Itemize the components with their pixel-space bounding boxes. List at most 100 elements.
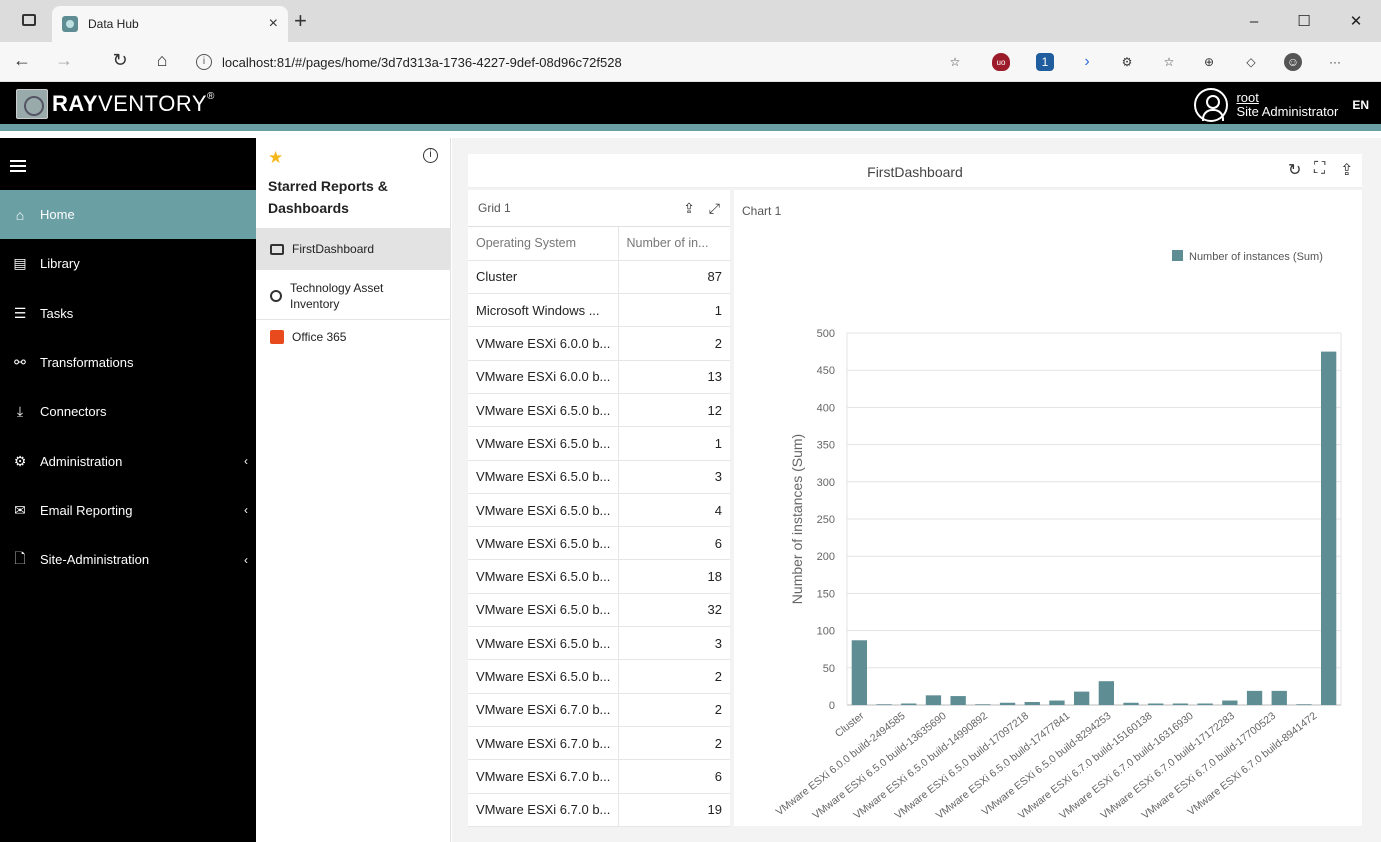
starred-item-firstdashboard[interactable]: FirstDashboard: [256, 228, 451, 270]
settings-more-icon[interactable]: ···: [1326, 53, 1344, 71]
ublock-icon[interactable]: uo: [992, 53, 1010, 71]
tab-close-icon[interactable]: ×: [269, 15, 278, 33]
bar: [1222, 700, 1238, 705]
refresh-icon[interactable]: ↻: [1288, 160, 1301, 180]
nav-item-label: Email Reporting: [40, 502, 133, 518]
legend-swatch: [1172, 250, 1183, 261]
nav-item-site-administration[interactable]: 🗋 Site-Administration ‹: [0, 535, 256, 584]
table-row[interactable]: Microsoft Windows ... 1: [468, 293, 730, 328]
export-icon[interactable]: ⇪: [1340, 160, 1353, 180]
starred-title: Starred Reports & Dashboards: [268, 178, 388, 216]
bar: [901, 703, 917, 705]
profile-avatar-icon[interactable]: ☺: [1284, 53, 1302, 71]
table-row[interactable]: VMware ESXi 6.7.0 b... 2: [468, 693, 730, 727]
home-button[interactable]: ⌂: [150, 50, 174, 71]
bar: [999, 702, 1016, 705]
table-row[interactable]: VMware ESXi 6.0.0 b... 13: [468, 360, 730, 394]
language-selector[interactable]: EN: [1352, 98, 1369, 112]
starred-item-office-365[interactable]: Office 365: [256, 322, 451, 352]
table-row[interactable]: VMware ESXi 6.7.0 b... 2: [468, 726, 730, 761]
user-role: Site Administrator: [1236, 104, 1339, 119]
table-row[interactable]: Cluster 87: [468, 260, 730, 295]
dashboard-area: FirstDashboard ↻ ⛶ ⇪ Grid 1 ⇪ ⤢ Operatin…: [452, 138, 1381, 842]
table-row[interactable]: VMware ESXi 6.5.0 b... 12: [468, 393, 730, 428]
table-row[interactable]: VMware ESXi 6.7.0 b... 6: [468, 759, 730, 794]
starred-item-technology-asset-inventory[interactable]: Technology Asset Inventory: [256, 272, 451, 320]
nav-item-administration[interactable]: ⚙ Administration ‹: [0, 437, 256, 486]
user-name-link[interactable]: root: [1236, 91, 1338, 105]
cell-operating-system: VMware ESXi 6.5.0 b...: [468, 526, 619, 561]
tasks-icon: ☰: [13, 304, 27, 321]
collections-icon[interactable]: ⊕: [1200, 53, 1218, 71]
nav-item-connectors[interactable]: ⤓ Connectors: [0, 387, 256, 436]
bar: [1049, 700, 1065, 705]
office-icon: [270, 330, 284, 344]
table-row[interactable]: VMware ESXi 6.5.0 b... 32: [468, 593, 730, 628]
y-tick-label: 450: [817, 365, 835, 377]
minimize-button[interactable]: –: [1231, 0, 1277, 42]
table-row[interactable]: VMware ESXi 6.0.0 b... 2: [468, 326, 730, 361]
table-row[interactable]: VMware ESXi 6.5.0 b... 3: [468, 460, 730, 494]
cell-number-of-instances: 1: [618, 293, 730, 328]
column-header-number-of-instances[interactable]: Number of in...: [618, 227, 730, 261]
table-row[interactable]: VMware ESXi 6.5.0 b... 18: [468, 559, 730, 594]
cell-operating-system: VMware ESXi 6.5.0 b...: [468, 593, 619, 628]
browser-tab-data-hub[interactable]: Data Hub ×: [52, 6, 288, 42]
browser-essentials-icon[interactable]: ◇: [1242, 53, 1260, 71]
nav-item-tasks[interactable]: ☰ Tasks: [0, 289, 256, 338]
extension-arrow-icon[interactable]: ›: [1078, 53, 1096, 71]
window-close-button[interactable]: ✕: [1333, 0, 1379, 42]
tab-actions-icon[interactable]: [22, 14, 36, 26]
logo-mark-icon: [16, 89, 48, 119]
grid-export-icon[interactable]: ⇪: [683, 200, 695, 217]
nav-item-library[interactable]: ▤ Library: [0, 239, 256, 288]
logo-text: RAYVENTORY®: [52, 91, 215, 116]
extension-badge-icon[interactable]: 1: [1036, 53, 1054, 71]
fullscreen-icon[interactable]: ⛶: [1314, 160, 1325, 178]
reload-button[interactable]: ↻: [108, 50, 132, 71]
site-info-icon[interactable]: i: [196, 54, 212, 70]
nav-item-label: Site-Administration: [40, 552, 150, 568]
app-logo[interactable]: RAYVENTORY®: [16, 89, 215, 119]
new-tab-button[interactable]: +: [294, 10, 307, 32]
favorites-icon[interactable]: ☆: [1160, 53, 1178, 71]
grid-widget: Grid 1 ⇪ ⤢ Operating System Number of in…: [468, 190, 730, 827]
email-icon: ✉: [14, 501, 26, 518]
nav-item-transformations[interactable]: ⚯ Transformations: [0, 338, 256, 387]
nav-item-email-reporting[interactable]: ✉ Email Reporting ‹: [0, 486, 256, 535]
extensions-icon[interactable]: ⚙: [1118, 53, 1136, 71]
table-row[interactable]: VMware ESXi 6.5.0 b... 3: [468, 626, 730, 661]
table-row[interactable]: VMware ESXi 6.7.0 b... 19: [468, 793, 730, 827]
cell-number-of-instances: 2: [618, 326, 730, 361]
maximize-button[interactable]: ☐: [1281, 0, 1327, 42]
forward-button[interactable]: →: [52, 50, 76, 71]
grid-header-row: Operating System Number of in...: [468, 227, 730, 261]
grid-expand-icon[interactable]: ⤢: [709, 200, 720, 217]
table-row[interactable]: VMware ESXi 6.5.0 b... 1: [468, 426, 730, 461]
legend-label: Number of instances (Sum): [1189, 251, 1323, 263]
info-icon[interactable]: i: [423, 148, 438, 163]
user-info: root Site Administrator: [1236, 91, 1338, 119]
nav-item-home[interactable]: ⌂ Home: [0, 190, 256, 239]
chevron-left-icon: ‹: [244, 503, 248, 518]
bar: [1123, 702, 1139, 705]
table-row[interactable]: VMware ESXi 6.5.0 b... 4: [468, 493, 730, 528]
cell-operating-system: VMware ESXi 6.0.0 b...: [468, 360, 619, 394]
grid-header: Grid 1 ⇪ ⤢: [468, 190, 730, 227]
administration-icon: ⚙: [13, 452, 27, 469]
cell-operating-system: VMware ESXi 6.0.0 b...: [468, 326, 619, 361]
column-header-operating-system[interactable]: Operating System: [468, 227, 619, 261]
add-favorite-icon[interactable]: ☆: [946, 53, 964, 71]
cell-operating-system: VMware ESXi 6.7.0 b...: [468, 759, 619, 794]
back-button[interactable]: ←: [10, 50, 34, 71]
hamburger-menu-icon[interactable]: [10, 160, 26, 172]
url-field[interactable]: i localhost:81/#/pages/home/3d7d313a-173…: [196, 48, 968, 76]
table-row[interactable]: VMware ESXi 6.5.0 b... 2: [468, 659, 730, 694]
y-tick-label: 200: [817, 551, 835, 563]
connectors-icon: ⤓: [16, 403, 24, 420]
starred-panel: ★ i Starred Reports & Dashboards FirstDa…: [256, 138, 451, 842]
bar: [1246, 690, 1263, 705]
user-avatar-icon[interactable]: [1194, 88, 1229, 122]
bar: [950, 696, 966, 705]
table-row[interactable]: VMware ESXi 6.5.0 b... 6: [468, 526, 730, 561]
